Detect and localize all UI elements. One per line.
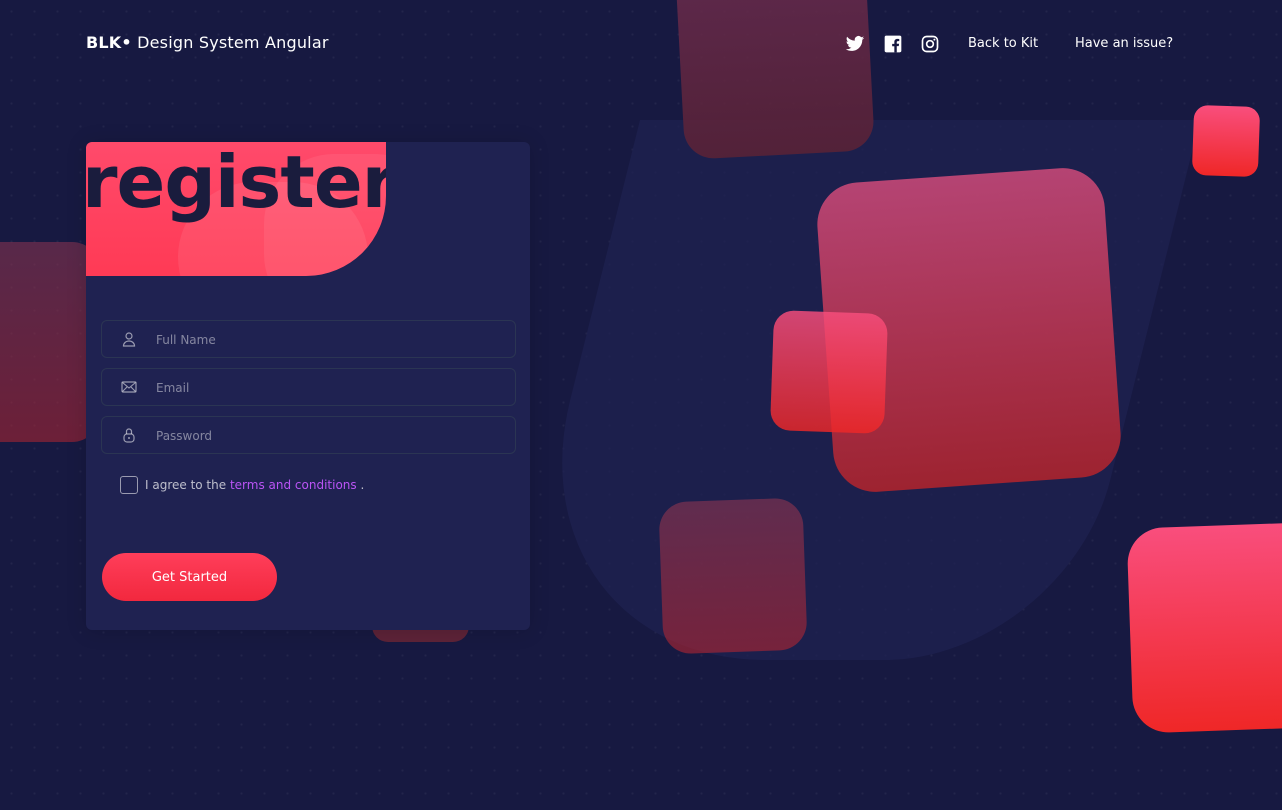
facebook-icon[interactable]	[883, 34, 903, 54]
card-title: register	[86, 142, 386, 224]
nav-link-back-to-kit[interactable]: Back to Kit	[968, 36, 1038, 51]
brand-link[interactable]: BLK• Design System Angular	[86, 33, 329, 52]
brand-text: Design System Angular	[131, 33, 329, 52]
user-icon	[121, 331, 137, 347]
instagram-icon[interactable]	[920, 34, 940, 54]
decorative-square	[1191, 104, 1261, 178]
decorative-square	[1126, 521, 1282, 734]
nav-link-have-an-issue[interactable]: Have an issue?	[1075, 36, 1173, 51]
brand-bold: BLK•	[86, 33, 132, 52]
terms-link[interactable]: terms and conditions	[230, 478, 357, 492]
register-card: register I agree to the terms and condit…	[86, 142, 530, 630]
full-name-field[interactable]	[101, 320, 516, 359]
twitter-icon[interactable]	[845, 34, 865, 54]
terms-label: I agree to the terms and conditions .	[145, 478, 364, 492]
get-started-button[interactable]: Get Started	[102, 553, 277, 601]
email-field[interactable]	[101, 368, 516, 407]
decorative-square	[0, 242, 100, 442]
card-header: register	[86, 142, 386, 276]
envelope-icon	[121, 379, 137, 395]
terms-suffix: .	[356, 478, 365, 492]
terms-prefix: I agree to the	[145, 478, 230, 492]
email-input[interactable]	[154, 369, 508, 407]
full-name-input[interactable]	[154, 321, 508, 359]
decorative-square	[658, 497, 808, 655]
lock-icon	[121, 427, 137, 443]
decorative-square	[769, 310, 889, 434]
navbar: BLK• Design System Angular Back to Kit H…	[0, 0, 1282, 88]
password-field[interactable]	[101, 416, 516, 455]
terms-checkbox[interactable]	[120, 476, 138, 494]
password-input[interactable]	[154, 417, 508, 455]
